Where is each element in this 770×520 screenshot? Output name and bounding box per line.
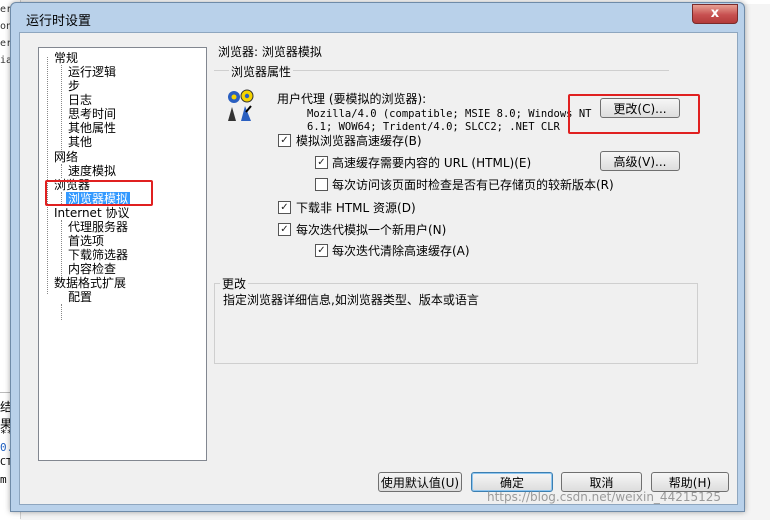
tree-item-proxy[interactable]: 代理服务器 [68, 220, 128, 234]
simulate-cache-checkbox[interactable]: ✓ [278, 134, 291, 147]
browser-users-icon [228, 89, 254, 121]
bg-snippet: m [0, 473, 7, 486]
tree-connector [61, 304, 62, 320]
tree-item-speed-simulation[interactable]: 速度模拟 [68, 164, 116, 178]
tree-connector [61, 164, 62, 178]
ok-button[interactable]: 确定 [471, 472, 553, 492]
highlight-annotation [568, 94, 700, 134]
close-icon: x [710, 6, 720, 21]
new-user-each-iteration-label[interactable]: 每次迭代模拟一个新用户(N) [296, 221, 446, 238]
tree-item-log[interactable]: 日志 [68, 93, 92, 107]
tree-item-preferences[interactable]: 首选项 [68, 234, 104, 248]
user-agent-label: 用户代理 (要模拟的浏览器): [277, 92, 427, 106]
tree-item-pacing[interactable]: 步 [68, 79, 80, 93]
tree-item-content-check[interactable]: 内容检查 [68, 262, 116, 276]
dialog-client-area: 常规 运行逻辑 步 日志 思考时间 其他属性 其他 网络 速度模拟 浏览器 浏览… [19, 32, 738, 505]
user-agent-value: Mozilla/4.0 (compatible; MSIE 8.0; Windo… [307, 108, 591, 134]
tree-item-miscellaneous[interactable]: 其他 [68, 135, 92, 149]
runtime-settings-dialog: 运行时设置 x 常规 运行逻辑 步 日志 思考时间 其他属性 其他 网络 速度模… [10, 2, 745, 512]
tree-connector [61, 220, 62, 280]
close-button[interactable]: x [692, 4, 738, 24]
download-non-html-checkbox[interactable]: ✓ [278, 201, 291, 214]
clear-cache-each-iteration-checkbox[interactable]: ✓ [315, 244, 328, 257]
tree-highlight-annotation [45, 180, 153, 206]
tree-item-network[interactable]: 网络 [54, 150, 78, 164]
title-bar[interactable]: 运行时设置 x [11, 3, 744, 31]
simulate-cache-label[interactable]: 模拟浏览器高速缓存(B) [296, 132, 422, 149]
advanced-button[interactable]: 高级(V)... [600, 151, 680, 171]
new-user-each-iteration-checkbox[interactable]: ✓ [278, 223, 291, 236]
cache-url-content-checkbox[interactable]: ✓ [315, 156, 328, 169]
tree-item-run-logic[interactable]: 运行逻辑 [68, 65, 116, 79]
clear-cache-each-iteration-label[interactable]: 每次迭代清除高速缓存(A) [332, 242, 470, 259]
tree-connector [47, 57, 48, 294]
cancel-button[interactable]: 取消 [561, 472, 642, 492]
properties-group-label: 浏览器属性 [229, 63, 294, 80]
tree-item-configuration[interactable]: 配置 [68, 290, 92, 304]
tree-item-additional-attributes[interactable]: 其他属性 [68, 121, 116, 135]
cache-url-content-label[interactable]: 高速缓存需要内容的 URL (HTML)(E) [332, 154, 531, 171]
check-newer-checkbox[interactable] [315, 178, 328, 191]
download-non-html-label[interactable]: 下载非 HTML 资源(D) [296, 199, 416, 216]
panel-title: 浏览器: 浏览器模拟 [218, 45, 322, 59]
tree-connector [61, 65, 62, 154]
tree-item-download-filters[interactable]: 下载筛选器 [68, 248, 128, 262]
check-newer-label[interactable]: 每次访问该页面时检查是否有已存储页的较新版本(R) [332, 176, 614, 193]
tree-item-think-time[interactable]: 思考时间 [68, 107, 116, 121]
tree-item-internet-protocol[interactable]: Internet 协议 [54, 206, 129, 220]
user-agent-line-1: Mozilla/4.0 (compatible; MSIE 8.0; Windo… [307, 108, 592, 120]
dialog-title: 运行时设置 [26, 14, 92, 29]
settings-tree[interactable]: 常规 运行逻辑 步 日志 思考时间 其他属性 其他 网络 速度模拟 浏览器 浏览… [38, 47, 207, 461]
help-button[interactable]: 帮助(H) [651, 472, 729, 492]
tree-item-data-format-extension[interactable]: 数据格式扩展 [54, 276, 126, 290]
use-defaults-button[interactable]: 使用默认值(U) [378, 472, 462, 492]
help-group-label: 更改 [220, 275, 249, 292]
help-text: 指定浏览器详细信息,如浏览器类型、版本或语言 [223, 293, 479, 307]
watermark-text: https://blog.csdn.net/weixin_44215125 [487, 490, 722, 504]
tree-item-general[interactable]: 常规 [54, 51, 78, 65]
